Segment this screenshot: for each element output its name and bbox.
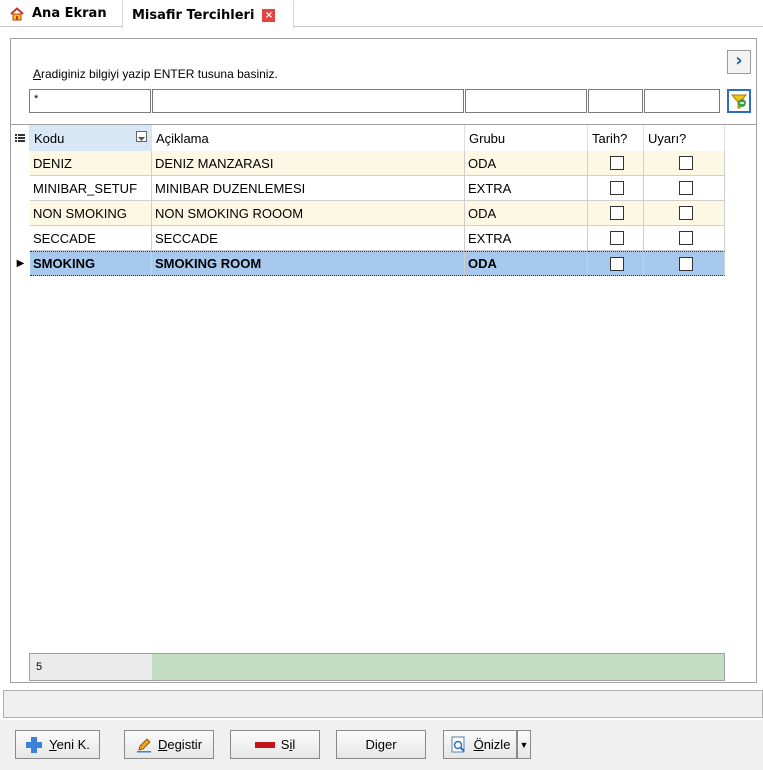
grid-summary: 5 [29,653,725,681]
hint-text: radiginiz bilgiyi yazip ENTER tusuna bas… [41,67,278,81]
kodu-cell[interactable]: DENIZ [30,151,152,176]
row-indicator[interactable] [11,201,30,226]
column-header-aciklama[interactable]: Açiklama [152,125,465,151]
uyari-checkbox-cell[interactable] [644,251,725,276]
row-indicator[interactable] [11,226,30,251]
column-label: Grubu [469,130,506,146]
row-indicator[interactable] [11,176,30,201]
sil-button[interactable]: Sil [230,730,320,759]
degistir-button[interactable]: Degistir [124,730,214,759]
grubu-cell[interactable]: EXTRA [465,176,588,201]
filter-uyari-input[interactable] [644,89,720,113]
column-header-uyari[interactable]: Uyarı? [644,125,725,151]
aciklama-cell[interactable]: NON SMOKING ROOOM [152,201,465,226]
uyari-checkbox-cell[interactable] [644,201,725,226]
grubu-cell[interactable]: ODA [465,151,588,176]
uyari-checkbox-cell[interactable] [644,151,725,176]
filter-aciklama-input[interactable] [152,89,464,113]
tarih-checkbox[interactable] [610,231,624,245]
column-label: Kodu [34,130,65,146]
table-row[interactable]: SECCADE SECCADE EXTRA [11,226,725,251]
grubu-cell[interactable]: EXTRA [465,226,588,251]
tab-bar: Ana Ekran Misafir Tercihleri × [0,0,763,28]
sil-label: Sil [280,737,296,752]
tarih-checkbox-cell[interactable] [588,226,644,251]
row-indicator-icon[interactable]: ▶ [11,251,30,276]
column-chooser-icon[interactable] [11,125,30,151]
hint-access-key: A [33,67,42,81]
diger-label: Diger [365,737,397,752]
uyari-checkbox[interactable] [678,181,693,195]
filter-dropdown-icon[interactable] [136,131,147,142]
grubu-cell[interactable]: ODA [465,201,588,226]
tarih-checkbox[interactable] [610,156,624,170]
pencil-icon [136,737,151,752]
chevron-right-icon[interactable]: › [727,50,751,74]
tarih-checkbox-cell[interactable] [588,176,644,201]
minus-icon [254,741,275,748]
uyari-checkbox[interactable] [678,156,693,170]
aciklama-cell[interactable]: SMOKING ROOM [152,251,465,276]
status-bar [3,690,763,718]
kodu-cell[interactable]: NON SMOKING [30,201,152,226]
uyari-checkbox-cell[interactable] [644,226,725,251]
column-label: Açiklama [156,130,209,146]
main-panel: › Aradiginiz bilgiyi yazip ENTER tusuna … [10,38,757,683]
filter-clear-icon[interactable] [727,89,751,113]
grubu-cell[interactable]: ODA [465,251,588,276]
yeni-button[interactable]: Yeni K. [15,730,100,759]
record-count: 5 [30,654,152,680]
preview-icon [451,736,465,752]
aciklama-cell[interactable]: DENIZ MANZARASI [152,151,465,176]
search-hint: Aradiginiz bilgiyi yazip ENTER tusuna ba… [33,67,278,81]
filter-kodu-input[interactable]: * [29,89,151,113]
tarih-checkbox[interactable] [610,181,624,195]
diger-button[interactable]: Diger [336,730,426,759]
uyari-checkbox-cell[interactable] [644,176,725,201]
table-row[interactable]: NON SMOKING NON SMOKING ROOOM ODA [11,201,725,226]
filter-tarih-input[interactable] [588,89,643,113]
close-icon[interactable]: × [262,8,276,22]
aciklama-cell[interactable]: SECCADE [152,226,465,251]
column-label: Tarih? [592,130,628,146]
row-indicator[interactable] [11,151,30,176]
column-label: Uyarı? [648,130,687,146]
onizle-dropdown-icon[interactable]: ▼ [517,730,531,759]
table-row[interactable]: DENIZ DENIZ MANZARASI ODA [11,151,725,176]
tarih-checkbox-cell[interactable] [588,251,644,276]
kodu-cell[interactable]: MINIBAR_SETUF [30,176,152,201]
tarih-checkbox-cell[interactable] [588,151,644,176]
home-icon [10,6,24,21]
onizle-button[interactable]: Önizle [443,730,517,759]
yeni-label: Yeni K. [49,737,90,752]
tab-misafir-tercihleri[interactable]: Misafir Tercihleri × [122,0,294,28]
column-header-kodu[interactable]: Kodu [30,125,152,151]
summary-empty [152,654,724,680]
tarih-checkbox[interactable] [610,256,624,271]
filter-grubu-input[interactable] [465,89,587,113]
data-grid: Kodu Açiklama Grubu Tarih? Uyarı? DENIZ D… [11,124,756,652]
tab-label: Ana Ekran [32,6,107,21]
aciklama-cell[interactable]: MINIBAR DUZENLEMESI [152,176,465,201]
uyari-checkbox[interactable] [678,206,693,220]
column-header-tarih[interactable]: Tarih? [588,125,644,151]
kodu-cell[interactable]: SECCADE [30,226,152,251]
tab-label: Misafir Tercihleri [132,7,255,23]
tab-ana-ekran[interactable]: Ana Ekran [0,0,120,27]
tarih-checkbox-cell[interactable] [588,201,644,226]
degistir-label: Degistir [157,737,203,752]
table-row[interactable]: ▶ SMOKING SMOKING ROOM ODA [11,251,725,276]
table-row[interactable]: MINIBAR_SETUF MINIBAR DUZENLEMESI EXTRA [11,176,725,201]
button-bar: Yeni K. Degistir Sil Diger Önizle ▼ [0,720,763,770]
onizle-label: Önizle [473,737,511,752]
column-header-grubu[interactable]: Grubu [465,125,588,151]
tarih-checkbox[interactable] [610,206,624,220]
plus-icon [26,736,43,753]
kodu-cell[interactable]: SMOKING [30,251,152,276]
uyari-checkbox[interactable] [678,231,693,245]
uyari-checkbox[interactable] [678,256,693,271]
